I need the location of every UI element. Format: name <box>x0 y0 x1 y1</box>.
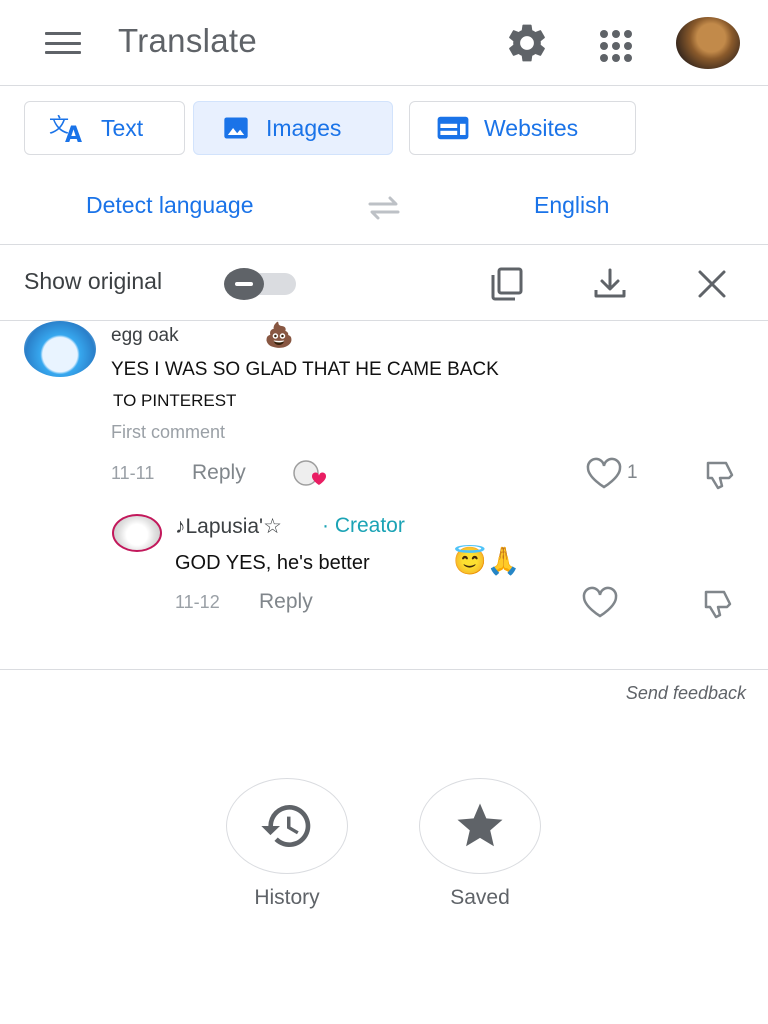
gear-icon[interactable] <box>504 20 550 66</box>
like-count: 1 <box>627 462 638 483</box>
apps-grid-icon[interactable] <box>594 24 634 64</box>
badge-emoji: 💩 <box>264 322 294 349</box>
download-icon[interactable] <box>590 264 630 304</box>
comment-text: YES I WAS SO GLAD THAT HE CAME BACK <box>111 359 499 380</box>
star-icon <box>457 803 503 847</box>
divider <box>0 669 768 670</box>
comment-username: egg oak <box>111 325 179 346</box>
tab-images-label: Images <box>266 114 342 141</box>
thumbs-down-icon <box>704 590 732 619</box>
svg-text:A: A <box>65 123 82 144</box>
heart-icon <box>586 457 622 489</box>
tab-text-label: Text <box>101 114 144 141</box>
show-original-toggle[interactable] <box>222 268 298 300</box>
translate-text-icon: 文 A <box>49 113 82 144</box>
commenter-avatar <box>24 321 96 377</box>
close-icon[interactable] <box>692 264 732 304</box>
reply-emoji: 😇🙏 <box>453 546 521 576</box>
reply-link: Reply <box>259 590 313 613</box>
comment-text-continued: TO PINTEREST <box>113 391 237 410</box>
send-feedback-link[interactable]: Send feedback <box>626 683 746 704</box>
image-icon <box>224 117 248 139</box>
history-button[interactable] <box>226 778 348 874</box>
app-title: Translate <box>118 22 258 59</box>
thumbs-down-icon <box>706 461 734 490</box>
history-icon <box>261 805 311 847</box>
creator-avatar <box>112 514 162 552</box>
hamburger-menu-icon[interactable] <box>40 26 86 60</box>
account-avatar[interactable] <box>676 17 740 69</box>
copy-icon[interactable] <box>487 264 527 304</box>
source-language-button[interactable]: Detect language <box>86 192 254 219</box>
history-label: History <box>254 886 320 909</box>
divider <box>0 244 768 245</box>
reply-text: GOD YES, he's better <box>175 552 370 574</box>
tab-text[interactable]: 文 A Text <box>24 101 185 155</box>
saved-label: Saved <box>450 886 510 909</box>
reply-date: 11-12 <box>175 592 220 612</box>
top-app-bar: Translate <box>0 0 768 86</box>
first-comment-tag: First comment <box>111 422 226 442</box>
swap-arrows-icon[interactable] <box>364 193 404 223</box>
show-original-label: Show original <box>24 268 163 294</box>
translated-image: egg oak 💩 YES I WAS SO GLAD THAT HE CAME… <box>0 321 768 669</box>
website-icon <box>437 116 469 140</box>
saved-button[interactable] <box>419 778 541 874</box>
tab-websites[interactable]: Websites <box>409 101 636 155</box>
creator-badge: · Creator <box>322 514 405 537</box>
heart-icon <box>582 586 618 618</box>
tab-images[interactable]: Images <box>193 101 393 155</box>
target-language-button[interactable]: English <box>534 192 609 219</box>
tab-websites-label: Websites <box>484 114 579 141</box>
reply-link: Reply <box>192 461 246 484</box>
comment-date: 11-11 <box>111 463 155 483</box>
creator-liked-icon <box>293 460 327 486</box>
reply-username: ♪Lapusia'☆ <box>175 515 282 538</box>
